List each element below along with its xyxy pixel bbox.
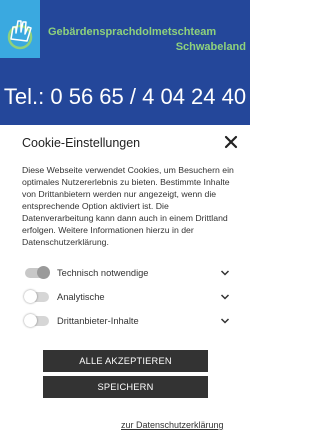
close-button[interactable]: [223, 134, 239, 150]
site-header: Gebärdensprachdolmetschteam Schwabeland …: [0, 0, 250, 130]
toggle-technical[interactable]: [25, 266, 50, 279]
hand-logo-icon: [7, 20, 33, 50]
brand-name-line1: Gebärdensprachdolmetschteam: [48, 26, 217, 38]
option-label: Technisch notwendige: [57, 268, 149, 278]
save-button[interactable]: SPEICHERN: [43, 376, 208, 398]
cookie-option-analytics[interactable]: Analytische: [24, 290, 230, 304]
close-icon: [224, 135, 238, 149]
chevron-down-icon[interactable]: [220, 293, 230, 301]
toggle-knob: [24, 290, 37, 303]
toggle-third-party[interactable]: [24, 314, 49, 327]
site-logo[interactable]: [0, 0, 40, 58]
phone-number: Tel.: 0 56 65 / 4 04 24 40: [3, 84, 247, 109]
cookie-description: Diese Webseite verwendet Cookies, um Bes…: [22, 165, 234, 247]
cookie-settings-dialog: Cookie-Einstellungen Diese Webseite verw…: [0, 125, 250, 445]
option-label: Drittanbieter-Inhalte: [57, 316, 139, 326]
toggle-knob: [37, 266, 50, 279]
cookie-dialog-title: Cookie-Einstellungen: [22, 136, 141, 150]
accept-all-button[interactable]: ALLE AKZEPTIEREN: [43, 350, 208, 372]
privacy-policy-link[interactable]: zur Datenschutzerklärung: [121, 420, 224, 430]
brand-name-line2: Schwabeland: [175, 41, 246, 53]
cookie-option-technical[interactable]: Technisch notwendige: [25, 266, 230, 280]
toggle-knob: [24, 314, 37, 327]
chevron-down-icon[interactable]: [220, 317, 230, 325]
option-label: Analytische: [57, 292, 105, 302]
chevron-down-icon[interactable]: [220, 269, 230, 277]
toggle-analytics[interactable]: [24, 290, 49, 303]
cookie-option-third-party[interactable]: Drittanbieter-Inhalte: [24, 314, 230, 328]
